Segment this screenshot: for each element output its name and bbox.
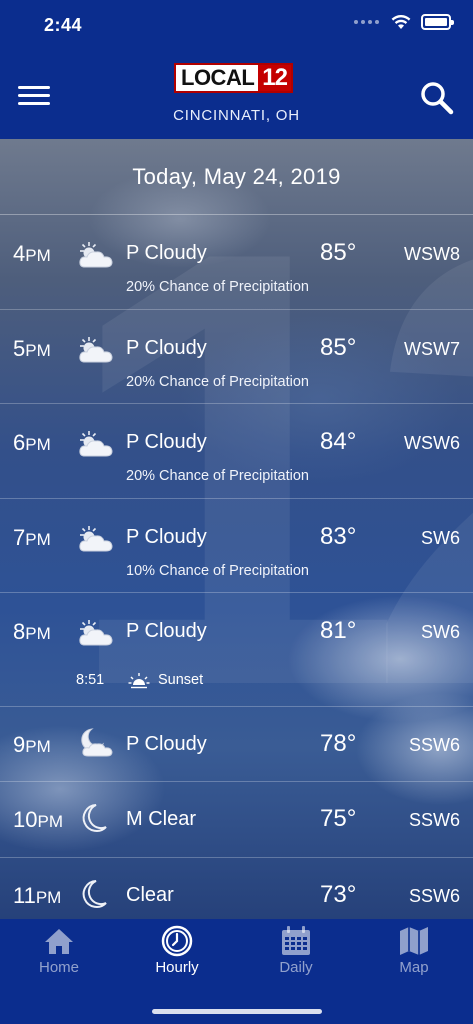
local12-logo: LOCAL 12 [174,63,293,93]
status-time: 2:44 [44,15,83,35]
row-hour: 6PM [13,430,51,455]
tab-daily-label: Daily [279,959,313,976]
tab-home[interactable]: Home [0,925,118,976]
partly-cloudy-sun-icon [79,620,113,646]
row-hour: 7PM [13,525,51,550]
row-condition: P Cloudy [126,733,207,755]
date-heading: Today, May 24, 2019 [0,139,473,215]
hourly-forecast-list[interactable]: 12 Today, May 24, 2019 4PM P Cloudy 85° … [0,139,473,919]
partly-cloudy-sun-icon [79,431,113,457]
hourly-row[interactable]: 8PM P Cloudy 81° SW6 8:51 Sunset [0,593,473,707]
hourly-row[interactable]: 4PM P Cloudy 85° WSW8 20% Chance of Prec… [0,215,473,310]
row-wind: WSW7 [404,339,460,359]
app-header-area: 2:44 LOCAL 12 CINCINNATI, OH [0,0,473,139]
row-wind: SSW6 [408,735,460,755]
map-icon [400,927,428,955]
logo-number: 12 [258,65,291,91]
row-wind: SW6 [420,622,460,642]
location-label: CINCINNATI, OH [173,107,300,124]
logo-word: LOCAL [181,65,255,90]
partly-cloudy-moon-icon [81,728,113,757]
row-condition: P Cloudy [126,337,207,359]
tab-hourly-label: Hourly [155,959,199,976]
sunset-time: 8:51 [76,672,105,688]
row-temperature: 85° [320,239,357,266]
moon-icon [82,880,107,908]
row-wind: SSW6 [408,810,460,830]
home-icon [45,929,73,954]
row-condition: Clear [126,884,174,906]
row-precipitation: 10% Chance of Precipitation [126,563,309,579]
calendar-icon [282,926,310,955]
clock-icon [161,925,193,957]
partly-cloudy-sun-icon [79,337,113,363]
row-temperature: 78° [320,730,357,757]
row-condition: P Cloudy [126,620,207,642]
row-wind: WSW8 [404,244,460,264]
partly-cloudy-sun-icon [79,242,113,268]
row-condition: P Cloudy [126,242,207,264]
wifi-icon [391,14,411,29]
status-icons [354,14,454,30]
row-hour: 11PM [13,883,62,908]
sunset-label: Sunset [158,672,204,688]
row-temperature: 85° [320,334,357,361]
row-hour: 10PM [13,807,63,832]
row-condition: P Cloudy [126,431,207,453]
row-hour: 8PM [13,619,51,644]
tab-map[interactable]: Map [355,925,473,976]
battery-icon [421,14,454,30]
hourly-row[interactable]: 9PM P Cloudy 78° SSW6 [0,707,473,782]
partly-cloudy-sun-icon [79,526,113,552]
hourly-row[interactable]: 6PM P Cloudy 84° WSW6 20% Chance of Prec… [0,404,473,499]
tab-hourly[interactable]: Hourly [118,925,236,976]
hourly-row[interactable]: 7PM P Cloudy 83° SW6 10% Chance of Preci… [0,499,473,593]
moon-icon [82,804,107,832]
row-precipitation: 20% Chance of Precipitation [126,468,309,484]
header: LOCAL 12 CINCINNATI, OH [0,50,473,139]
tab-home-label: Home [38,959,79,976]
hamburger-menu-icon[interactable] [18,84,52,108]
row-temperature: 84° [320,428,357,455]
hourly-row[interactable]: 11PM Clear 73° SSW6 [0,858,473,919]
search-icon[interactable] [419,80,455,116]
row-condition: M Clear [126,808,197,830]
tab-map-label: Map [399,959,429,976]
sunset-icon [128,673,150,689]
hourly-row[interactable]: 10PM M Clear 75° SSW6 [0,782,473,858]
row-temperature: 81° [320,617,357,644]
row-precipitation: 20% Chance of Precipitation [126,374,309,390]
row-precipitation: 20% Chance of Precipitation [126,279,309,295]
row-wind: SW6 [420,528,460,548]
row-temperature: 75° [320,805,357,832]
row-temperature: 73° [320,881,357,908]
row-hour: 4PM [13,241,51,266]
row-hour: 5PM [13,336,51,361]
row-wind: SSW6 [408,886,460,906]
home-indicator[interactable] [152,1009,322,1014]
status-bar: 2:44 [0,0,473,50]
row-condition: P Cloudy [126,526,207,548]
row-temperature: 83° [320,523,357,550]
row-hour: 9PM [13,732,51,757]
hourly-row[interactable]: 5PM P Cloudy 85° WSW7 20% Chance of Prec… [0,310,473,404]
row-wind: WSW6 [404,433,460,453]
tab-daily[interactable]: Daily [237,925,355,976]
cellular-signal-icon [354,20,379,24]
